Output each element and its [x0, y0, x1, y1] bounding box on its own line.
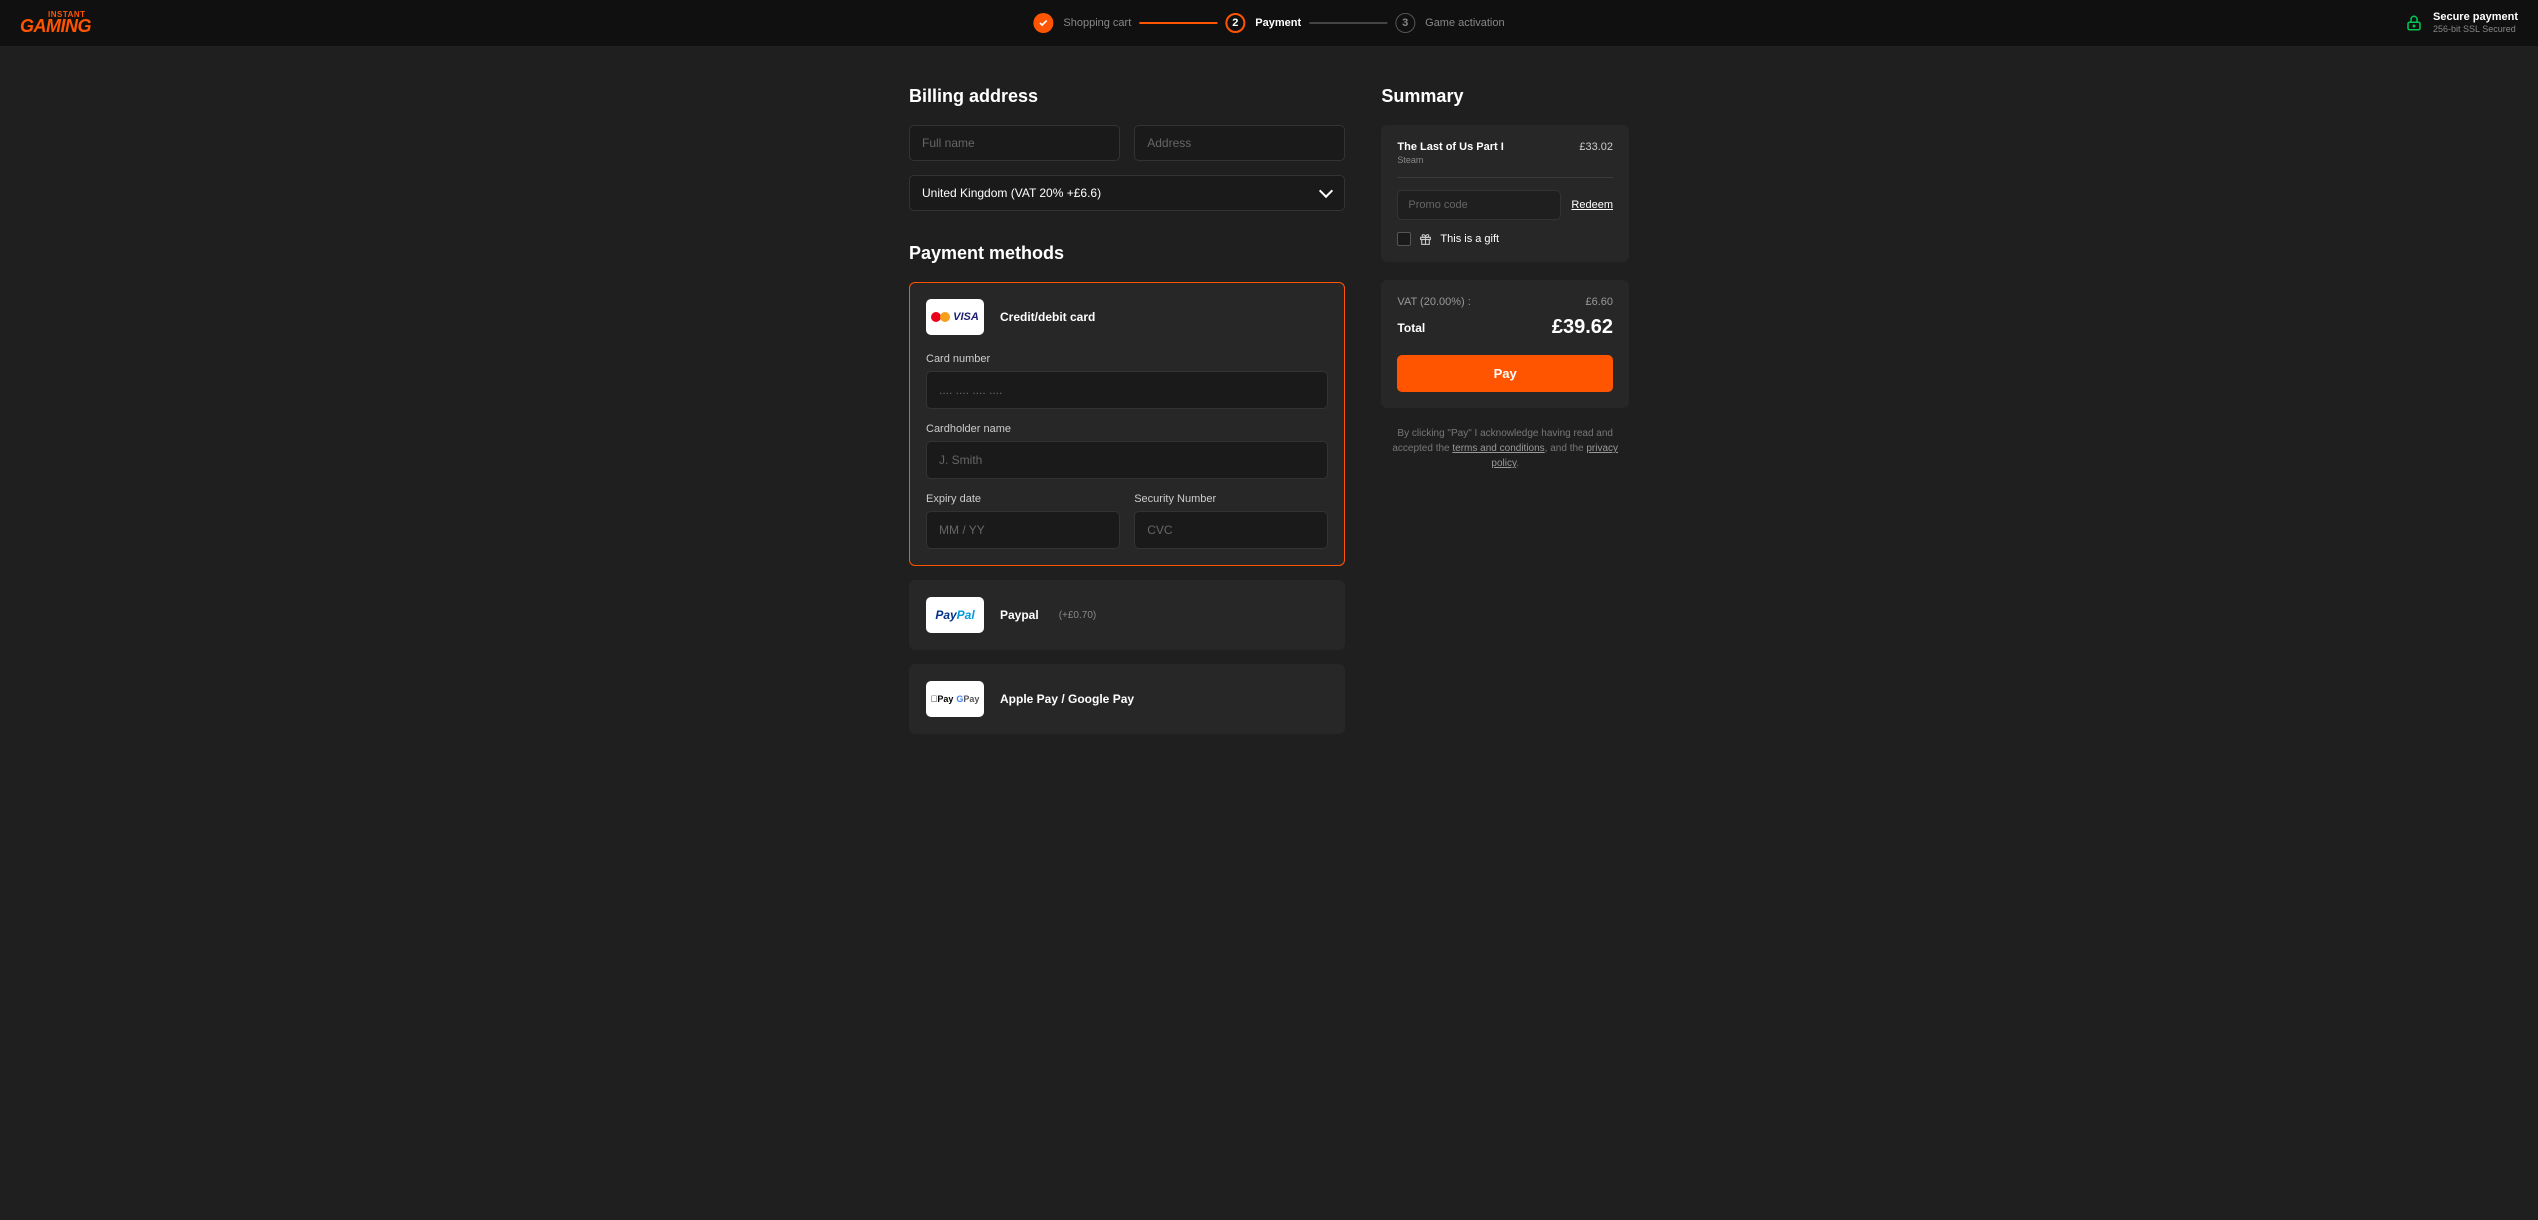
- checkout-stepper: Shopping cart 2 Payment 3 Game activatio…: [1033, 13, 1504, 33]
- item-price: £33.02: [1579, 141, 1613, 153]
- expiry-input[interactable]: [926, 511, 1120, 549]
- disclaimer-mid: , and the: [1545, 443, 1587, 454]
- cvc-input[interactable]: [1134, 511, 1328, 549]
- payment-method-card[interactable]: VISA Credit/debit card Card number Cardh…: [909, 282, 1345, 566]
- gift-checkbox[interactable]: [1397, 232, 1411, 246]
- step-payment: 2 Payment: [1225, 13, 1301, 33]
- step3-label: Game activation: [1425, 17, 1504, 29]
- step-done-circle: [1033, 13, 1053, 33]
- payment-methods-title: Payment methods: [909, 243, 1345, 264]
- paypal-method-name: Paypal: [1000, 608, 1039, 622]
- item-platform: Steam: [1397, 155, 1503, 165]
- card-number-input[interactable]: [926, 371, 1328, 409]
- card-method-name: Credit/debit card: [1000, 310, 1095, 324]
- payment-method-paypal[interactable]: PayPal Paypal (+£0.70): [909, 580, 1345, 650]
- step-pending-circle: 3: [1395, 13, 1415, 33]
- vat-value: £6.60: [1585, 296, 1613, 308]
- disclaimer-suffix: .: [1516, 458, 1519, 469]
- item-name: The Last of Us Part I: [1397, 141, 1503, 153]
- disclaimer-text: By clicking "Pay" I acknowledge having r…: [1381, 426, 1629, 471]
- paypal-fee: (+£0.70): [1059, 610, 1097, 621]
- expiry-label: Expiry date: [926, 493, 1120, 505]
- full-name-input[interactable]: [909, 125, 1120, 161]
- summary-title: Summary: [1381, 86, 1629, 107]
- card-logo-icon: VISA: [926, 299, 984, 335]
- secure-title: Secure payment: [2433, 11, 2518, 24]
- promo-code-input[interactable]: [1397, 190, 1561, 220]
- paypal-logo-icon: PayPal: [926, 597, 984, 633]
- card-method-header[interactable]: VISA Credit/debit card: [926, 299, 1328, 335]
- terms-link[interactable]: terms and conditions: [1452, 443, 1544, 454]
- pay-button[interactable]: Pay: [1397, 355, 1613, 392]
- secure-subtitle: 256-bit SSL Secured: [2433, 24, 2518, 35]
- applepay-method-header[interactable]: Pay GPay Apple Pay / Google Pay: [926, 681, 1328, 717]
- gift-icon: [1419, 233, 1432, 246]
- cardholder-label: Cardholder name: [926, 423, 1328, 435]
- secure-badge: Secure payment 256-bit SSL Secured: [2405, 11, 2518, 35]
- paypal-method-header[interactable]: PayPal Paypal (+£0.70): [926, 597, 1328, 633]
- address-input[interactable]: [1134, 125, 1345, 161]
- brand-logo[interactable]: INSTANT GAMING: [20, 12, 91, 34]
- cardholder-input[interactable]: [926, 441, 1328, 479]
- step-shopping-cart[interactable]: Shopping cart: [1033, 13, 1131, 33]
- step2-label: Payment: [1255, 17, 1301, 29]
- summary-item: The Last of Us Part I Steam £33.02: [1397, 141, 1613, 178]
- total-label: Total: [1397, 321, 1425, 335]
- redeem-button[interactable]: Redeem: [1571, 199, 1613, 211]
- gift-label: This is a gift: [1440, 233, 1499, 245]
- step1-label: Shopping cart: [1063, 17, 1131, 29]
- applepay-logo-icon: Pay GPay: [926, 681, 984, 717]
- vat-label: VAT (20.00%) :: [1397, 296, 1470, 308]
- billing-title: Billing address: [909, 86, 1345, 107]
- total-value: £39.62: [1552, 316, 1613, 339]
- country-select[interactable]: United Kingdom (VAT 20% +£6.6): [909, 175, 1345, 211]
- lock-icon: [2405, 14, 2423, 32]
- header: INSTANT GAMING Shopping cart 2 Payment 3…: [0, 0, 2538, 46]
- logo-main-text: GAMING: [20, 16, 91, 36]
- step-line-2: [1309, 22, 1387, 24]
- check-icon: [1038, 18, 1048, 28]
- cvc-label: Security Number: [1134, 493, 1328, 505]
- step-active-circle: 2: [1225, 13, 1245, 33]
- applepay-method-name: Apple Pay / Google Pay: [1000, 692, 1134, 706]
- card-number-label: Card number: [926, 353, 1328, 365]
- payment-method-applepay[interactable]: Pay GPay Apple Pay / Google Pay: [909, 664, 1345, 734]
- summary-total-box: VAT (20.00%) : £6.60 Total £39.62 Pay: [1381, 280, 1629, 408]
- summary-items-box: The Last of Us Part I Steam £33.02 Redee…: [1381, 125, 1629, 262]
- step-line-1: [1139, 22, 1217, 24]
- step-game-activation: 3 Game activation: [1395, 13, 1504, 33]
